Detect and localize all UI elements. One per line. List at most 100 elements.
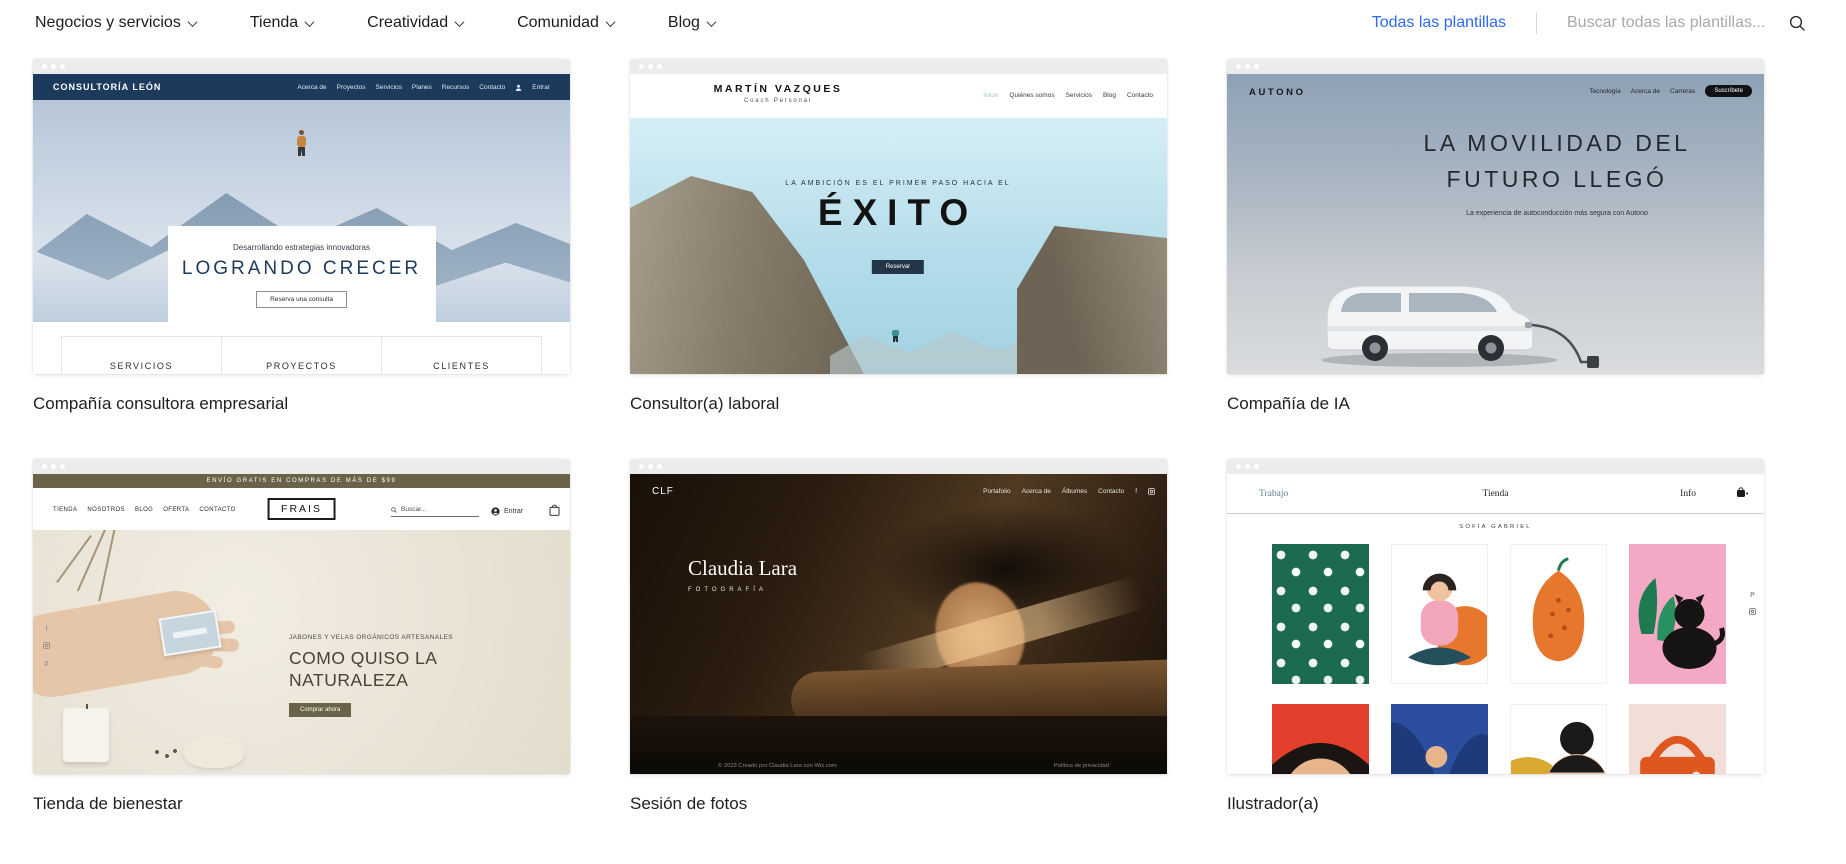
mini-tagline: Desarrollando estrategias innovadoras xyxy=(233,243,370,252)
templates-grid: CONSULTORÍA LEÓN Acerca de Proyectos Ser… xyxy=(33,59,1764,814)
template-card-ia[interactable]: AUTONO Tecnología Acerca de Carreras Sus… xyxy=(1227,59,1764,374)
template-title-link[interactable]: Ilustrador(a) xyxy=(1227,794,1764,814)
chevron-down-icon xyxy=(706,16,717,27)
template-cell: Trabajo Tienda Info SOFÍA GABRIEL P Ilus… xyxy=(1227,459,1764,814)
template-title-link[interactable]: Tienda de bienestar xyxy=(33,794,570,814)
template-title-link[interactable]: Sesión de fotos xyxy=(630,794,1167,814)
template-card-consultora[interactable]: CONSULTORÍA LEÓN Acerca de Proyectos Ser… xyxy=(33,59,570,374)
template-cell: CONSULTORÍA LEÓN Acerca de Proyectos Ser… xyxy=(33,59,570,414)
pinterest-icon: P xyxy=(1750,592,1755,599)
template-preview: Trabajo Tienda Info SOFÍA GABRIEL P xyxy=(1227,474,1764,774)
mini-nav: Portafolio Acerca de Álbumes Contacto f xyxy=(983,488,1155,495)
mini-columns: SERVICIOS PROYECTOS CLIENTES xyxy=(61,336,542,374)
browser-chrome xyxy=(630,59,1167,74)
illustration-hands-pattern xyxy=(1272,544,1369,684)
mini-kicker: LA AMBICIÓN ES EL PRIMER PASO HACIA EL xyxy=(785,180,1011,187)
mini-headline: ÉXITO xyxy=(817,192,979,233)
instagram-icon xyxy=(43,642,50,651)
mini-kicker: JABONES Y VELAS ORGÁNICOS ARTESANALES xyxy=(289,634,453,641)
mini-site-header: Trabajo Tienda Info xyxy=(1227,474,1764,514)
mini-site-header: TIENDA NOSOTROS BLOG OFERTA CONTACTO FRA… xyxy=(33,488,570,530)
mini-promo-banner: ENVÍO GRATIS EN COMPRAS DE MÁS DE $99 xyxy=(33,474,570,488)
browser-chrome xyxy=(630,459,1167,474)
menu-creatividad[interactable]: Creatividad xyxy=(367,14,465,32)
mini-site-header: MARTÍN VAZQUES Coach Personal Inicio Qui… xyxy=(630,74,1167,118)
divider xyxy=(1536,12,1537,34)
mini-brand: AUTONO xyxy=(1249,87,1306,98)
all-templates-link[interactable]: Todas las plantillas xyxy=(1372,14,1506,32)
shopping-bag-icon xyxy=(549,504,560,516)
illustration-tote-bag xyxy=(1629,704,1726,774)
soap-hero-photo: f p JABONES Y VELAS ORGÁNICOS ARTESANALE… xyxy=(33,530,570,774)
candle xyxy=(63,704,109,762)
chevron-down-icon xyxy=(454,16,465,27)
topnav-right: Todas las plantillas xyxy=(1372,12,1806,34)
seeds xyxy=(153,748,179,760)
instagram-icon xyxy=(1749,608,1756,615)
search-input[interactable] xyxy=(1567,14,1775,32)
template-title-link[interactable]: Compañía de IA xyxy=(1227,394,1764,414)
mini-nav: TIENDA NOSOTROS BLOG OFERTA CONTACTO xyxy=(53,507,236,513)
user-icon xyxy=(491,507,500,516)
illustration-orange-fruit xyxy=(1510,544,1607,684)
hiker-figure xyxy=(297,130,307,156)
menu-label: Comunidad xyxy=(517,14,599,31)
climber-figure xyxy=(892,330,900,342)
template-cell: MARTÍN VAZQUES Coach Personal Inicio Qui… xyxy=(630,59,1167,414)
search-icon[interactable] xyxy=(1789,15,1806,32)
chevron-down-icon xyxy=(605,16,616,27)
instagram-icon xyxy=(1148,488,1155,495)
menu-negocios-y-servicios[interactable]: Negocios y servicios xyxy=(35,14,198,32)
template-preview: CONSULTORÍA LEÓN Acerca de Proyectos Ser… xyxy=(33,74,570,374)
electric-car-illustration xyxy=(1321,285,1599,368)
mini-nav: Acerca de Proyectos Servicios Planes Rec… xyxy=(297,83,550,91)
search-icon xyxy=(391,506,397,513)
mini-social-bar: P xyxy=(1749,592,1756,615)
template-title-link[interactable]: Consultor(a) laboral xyxy=(630,394,1167,414)
mini-subscribe-button: Suscríbete xyxy=(1705,85,1752,97)
template-card-fotos[interactable]: CLF Portafolio Acerca de Álbumes Contact… xyxy=(630,459,1167,774)
browser-chrome xyxy=(1227,459,1764,474)
menu-blog[interactable]: Blog xyxy=(667,14,717,32)
hero-text-panel: Desarrollando estrategias innovadoras LO… xyxy=(167,226,436,334)
template-card-coach[interactable]: MARTÍN VAZQUES Coach Personal Inicio Qui… xyxy=(630,59,1167,374)
mini-headline: COMO QUISO LA NATURALEZA xyxy=(289,648,438,690)
chevron-down-icon xyxy=(187,16,198,27)
illustration-leaves-blue xyxy=(1391,704,1488,774)
menu-comunidad[interactable]: Comunidad xyxy=(517,14,616,32)
template-cell: AUTONO Tecnología Acerca de Carreras Sus… xyxy=(1227,59,1764,414)
facebook-icon: f xyxy=(1135,488,1137,495)
mini-cta-button: Reserva una consulta xyxy=(256,291,347,308)
illustration-black-cat xyxy=(1629,544,1726,684)
mini-brand: MARTÍN VAZQUES Coach Personal xyxy=(713,83,843,104)
template-card-bienestar[interactable]: ENVÍO GRATIS EN COMPRAS DE MÁS DE $99 TI… xyxy=(33,459,570,774)
illustration-face-bun xyxy=(1510,704,1607,774)
template-card-ilustrador[interactable]: Trabajo Tienda Info SOFÍA GABRIEL P xyxy=(1227,459,1764,774)
mini-brand: SOFÍA GABRIEL xyxy=(1459,524,1532,530)
templates-gallery-page: Negocios y servicios Tienda Creatividad … xyxy=(0,0,1846,864)
mini-brand: CONSULTORÍA LEÓN xyxy=(53,82,162,92)
mini-headline: LA MOVILIDAD DEL FUTURO LLEGÓ xyxy=(1423,130,1691,192)
menu-tienda[interactable]: Tienda xyxy=(250,14,315,32)
cart-icon xyxy=(1736,487,1748,498)
mini-subheadline: La experiencia de autoconducción más seg… xyxy=(1466,210,1648,217)
template-title-link[interactable]: Compañía consultora empresarial xyxy=(33,394,570,414)
mini-social-bar: f p xyxy=(43,626,50,667)
mini-nav: Inicio Quiénes somos Servicios Blog Cont… xyxy=(983,92,1153,99)
browser-chrome xyxy=(33,459,570,474)
template-preview: CLF Portafolio Acerca de Álbumes Contact… xyxy=(630,474,1167,774)
menu-label: Blog xyxy=(667,14,700,31)
jar xyxy=(183,736,245,768)
photographer-name-block: Claudia Lara FOTOGRAFÍA xyxy=(688,556,798,593)
template-cell: CLF Portafolio Acerca de Álbumes Contact… xyxy=(630,459,1167,814)
mini-headline: LOGRANDO CRECER xyxy=(181,258,422,279)
user-icon xyxy=(515,84,522,91)
mini-site-header: CONSULTORÍA LEÓN Acerca de Proyectos Ser… xyxy=(33,74,570,100)
mini-search: Buscar... xyxy=(391,506,479,517)
template-cell: ENVÍO GRATIS EN COMPRAS DE MÁS DE $99 TI… xyxy=(33,459,570,814)
cliff-hero-photo: LA AMBICIÓN ES EL PRIMER PASO HACIA EL É… xyxy=(630,118,1167,374)
facebook-icon: f xyxy=(45,626,48,633)
mini-brand: CLF xyxy=(652,486,674,497)
template-preview: ENVÍO GRATIS EN COMPRAS DE MÁS DE $99 TI… xyxy=(33,474,570,774)
hero-text-block: JABONES Y VELAS ORGÁNICOS ARTESANALES CO… xyxy=(289,634,499,717)
